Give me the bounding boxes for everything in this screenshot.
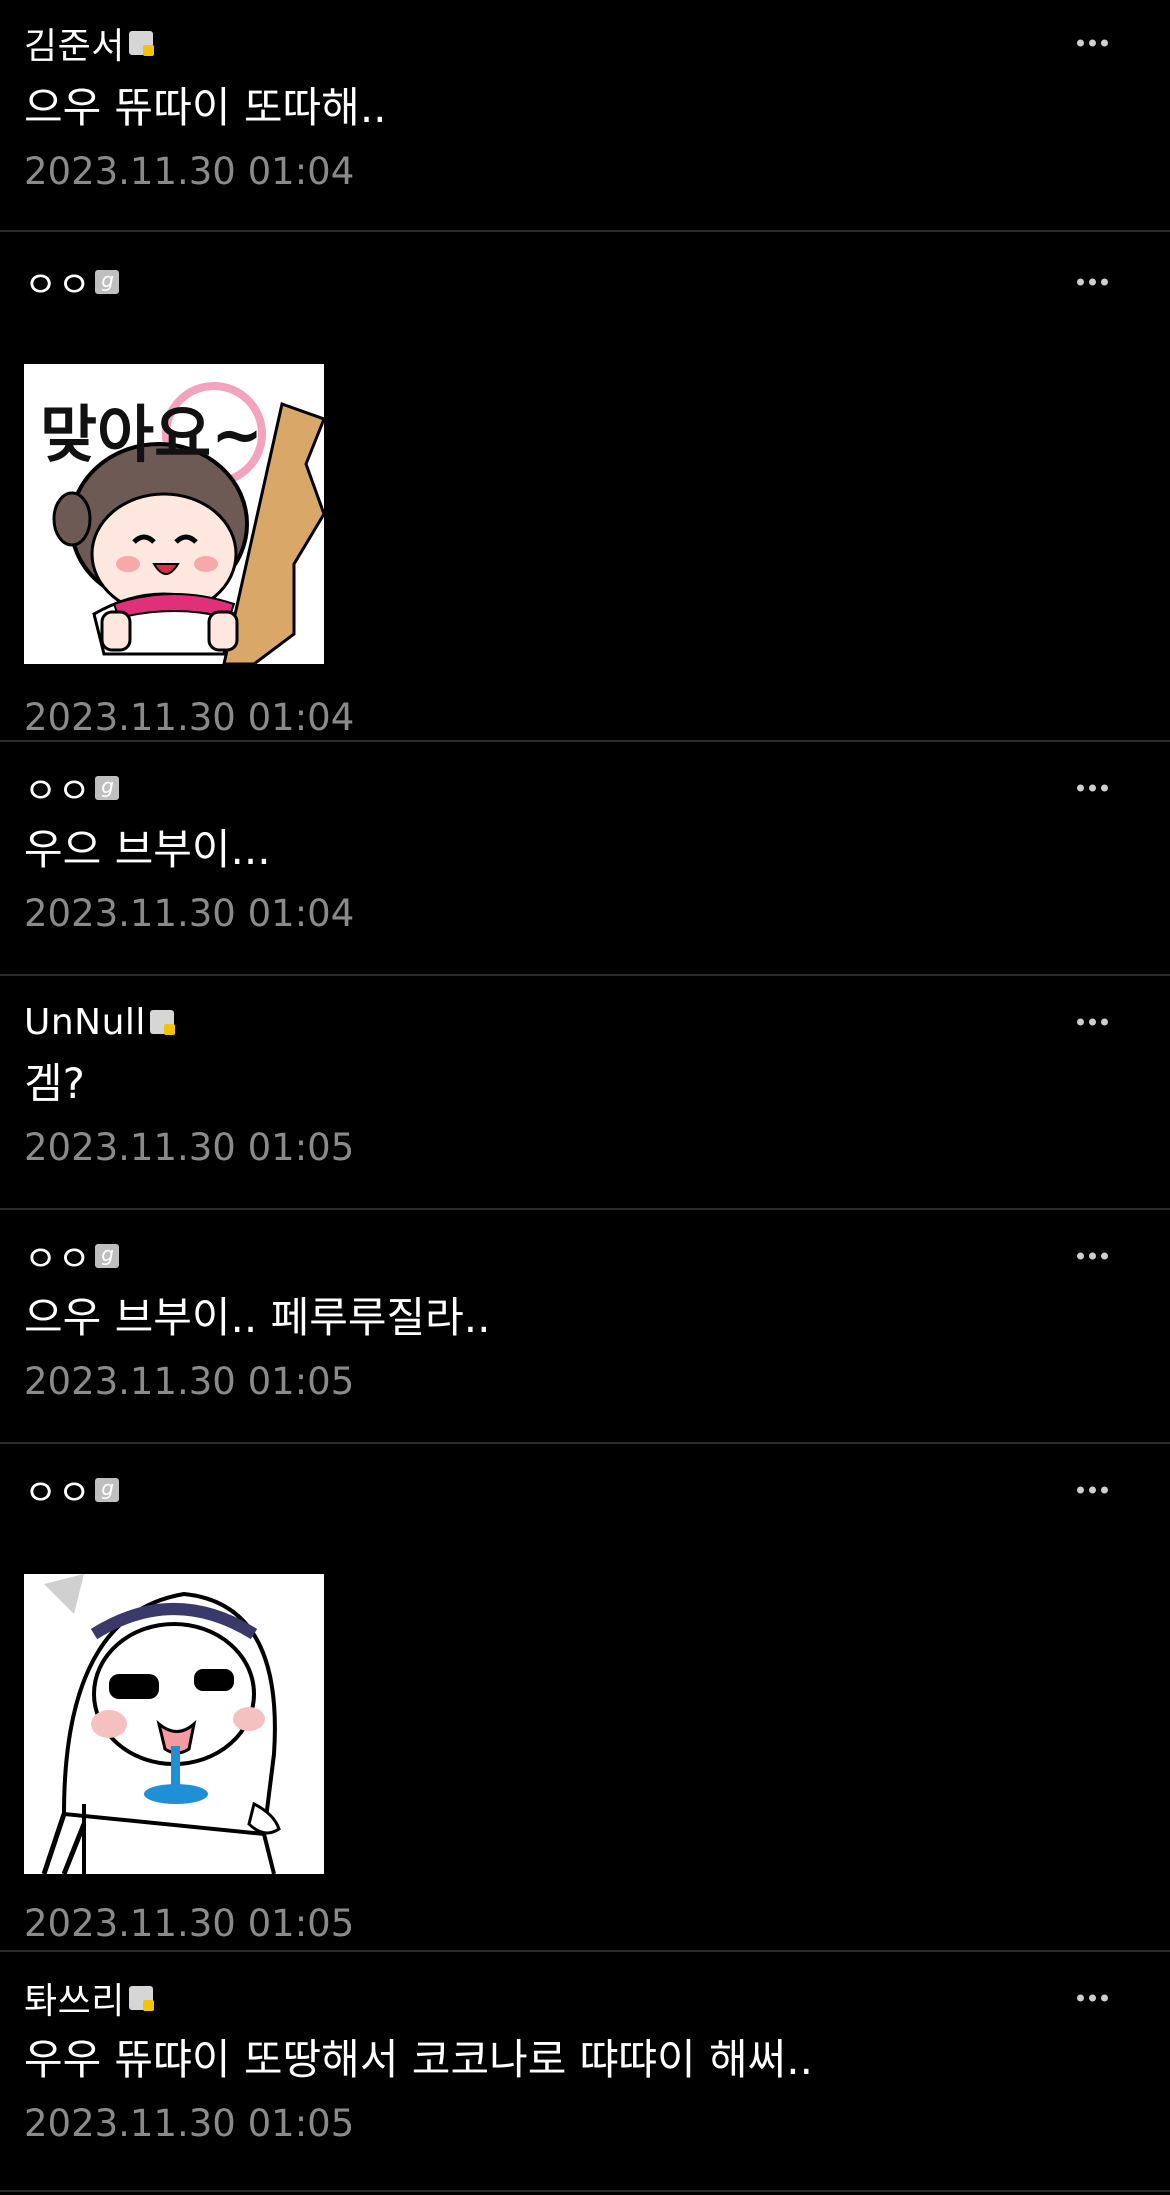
comment-author[interactable]: ㅇㅇ	[24, 1464, 91, 1516]
fixed-nick-badge-icon	[149, 1010, 175, 1035]
fixed-nick-badge-icon	[128, 31, 154, 56]
comment-header: UnNull	[24, 976, 1146, 1068]
comment-header: 톼쓰리	[24, 1952, 1146, 2044]
more-options-icon[interactable]	[1077, 1252, 1108, 1260]
comment-author[interactable]: ㅇㅇ	[24, 1230, 91, 1282]
comment-header: ㅇㅇ	[24, 1444, 1146, 1536]
comment-header: ㅇㅇ	[24, 742, 1146, 834]
comment-item: 톼쓰리 우우 뜌땨이 또땅해서 코코나로 땨땨이 해써.. 2023.11.30…	[0, 1952, 1170, 2192]
comment-item: 김준서 으우 뜌따이 또따해.. 2023.11.30 01:04	[0, 0, 1170, 232]
more-options-icon[interactable]	[1077, 1018, 1108, 1026]
fluid-nick-badge-icon	[95, 1476, 120, 1502]
more-options-icon[interactable]	[1077, 278, 1108, 286]
comment-timestamp: 2023.11.30 01:04	[24, 150, 355, 193]
comment-header: ㅇㅇ	[24, 1210, 1146, 1302]
comment-header: 김준서	[24, 0, 1146, 86]
comment-timestamp: 2023.11.30 01:05	[24, 2102, 355, 2145]
comment-timestamp: 2023.11.30 01:05	[24, 1360, 355, 1403]
fluid-nick-badge-icon	[95, 268, 120, 294]
comment-author[interactable]: UnNull	[24, 1002, 146, 1043]
sticker-image[interactable]: 맞아요~	[24, 364, 324, 664]
comment-item: UnNull 겜? 2023.11.30 01:05	[0, 976, 1170, 1210]
more-options-icon[interactable]	[1077, 784, 1108, 792]
comment-header: ㅇㅇ	[24, 232, 1146, 332]
more-options-icon[interactable]	[1077, 39, 1108, 47]
comment-author[interactable]: 톼쓰리	[24, 1972, 125, 2024]
comment-author[interactable]: ㅇㅇ	[24, 762, 91, 814]
comment-timestamp: 2023.11.30 01:04	[24, 696, 355, 739]
comment-timestamp: 2023.11.30 01:05	[24, 1902, 355, 1945]
fixed-nick-badge-icon	[128, 1986, 154, 2011]
comment-text: 으우 뜌따이 또따해..	[24, 83, 387, 132]
comment-author[interactable]: ㅇㅇ	[24, 256, 91, 308]
sticker-caption: 맞아요~	[40, 398, 263, 471]
comment-timestamp: 2023.11.30 01:05	[24, 1126, 355, 1169]
comment-item: ㅇㅇ 으우 브부이.. 페루루질라.. 2023.11.30 01:05	[0, 1210, 1170, 1444]
comment-author[interactable]: 김준서	[24, 17, 125, 69]
comment-item: ㅇㅇ 우으 브부이... 2023.11.30 01:04	[0, 742, 1170, 976]
comment-item: ㅇㅇ 2023.11.30 01:05	[0, 1444, 1170, 1952]
fluid-nick-badge-icon	[95, 1242, 120, 1268]
sticker-image[interactable]	[24, 1574, 324, 1874]
comment-item: ㅇㅇ 맞아요~ 2023.11.30 01:04	[0, 232, 1170, 742]
more-options-icon[interactable]	[1077, 1994, 1108, 2002]
comment-timestamp: 2023.11.30 01:04	[24, 892, 355, 935]
more-options-icon[interactable]	[1077, 1486, 1108, 1494]
fluid-nick-badge-icon	[95, 774, 120, 800]
